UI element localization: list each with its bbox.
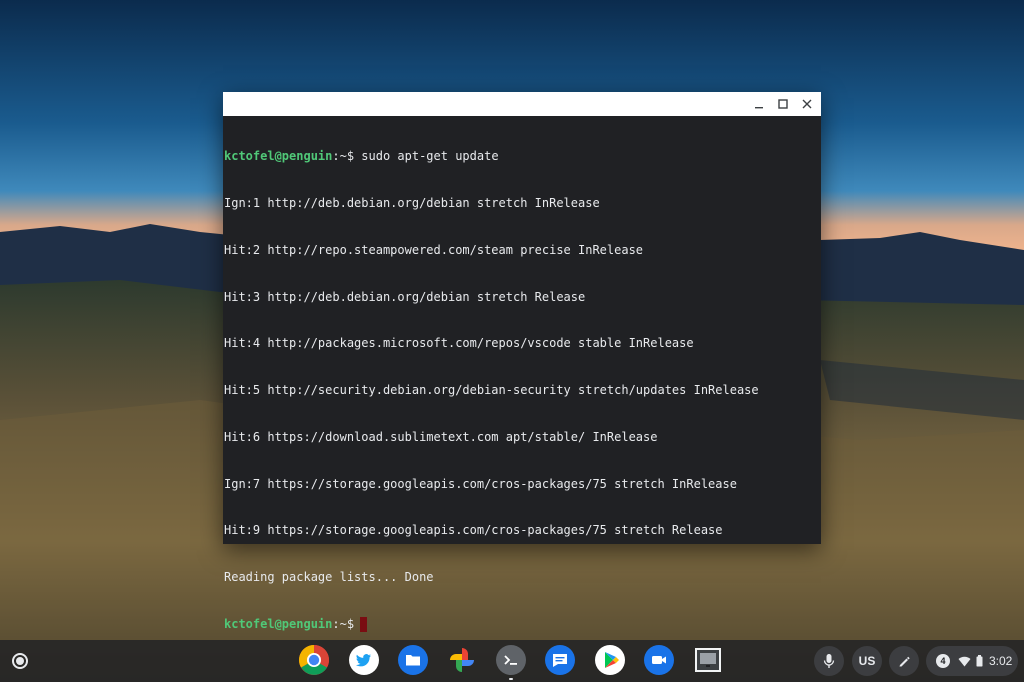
terminal-line: Ign:1 http://deb.debian.org/debian stret… [224, 195, 600, 210]
photos-icon[interactable] [446, 644, 478, 676]
messages-icon[interactable] [544, 644, 576, 676]
wifi-icon [958, 656, 971, 667]
maximize-icon[interactable] [771, 92, 795, 116]
prompt-symbol: $ [346, 617, 355, 631]
terminal-window: kctofel@penguin:~$ sudo apt-get update I… [223, 92, 821, 632]
terminal-line: Hit:3 http://deb.debian.org/debian stret… [224, 289, 586, 304]
screenshot-app-icon[interactable] [692, 644, 724, 676]
prompt-symbol: $ [346, 149, 355, 164]
terminal-line: Reading package lists... Done [224, 570, 434, 585]
text-cursor [360, 617, 368, 632]
chrome-icon[interactable] [298, 644, 330, 676]
window-titlebar[interactable] [223, 92, 821, 116]
terminal-line: kctofel@penguin:~$ [224, 617, 820, 633]
terminal-icon[interactable] [495, 644, 527, 676]
stylus-icon[interactable] [889, 646, 919, 676]
prompt-path: :~ [332, 149, 347, 164]
notification-count: 4 [936, 654, 950, 668]
terminal-line: Hit:2 http://repo.steampowered.com/steam… [224, 242, 644, 257]
battery-icon [976, 655, 983, 667]
close-icon[interactable] [795, 92, 819, 116]
terminal-line: Ign:7 https://storage.googleapis.com/cro… [224, 476, 737, 491]
terminal-line: Hit:6 https://download.sublimetext.com a… [224, 429, 658, 444]
twitter-icon[interactable] [348, 644, 380, 676]
terminal-line: kctofel@penguin:~$ sudo apt-get update [224, 149, 820, 165]
prompt-user: kctofel@penguin [224, 149, 333, 164]
terminal-line: Hit:9 https://storage.googleapis.com/cro… [224, 523, 723, 538]
shelf: US 4 3:02 [0, 640, 1024, 682]
command-text: sudo apt-get update [354, 149, 499, 164]
duo-icon[interactable] [643, 644, 675, 676]
status-area[interactable]: 4 3:02 [926, 646, 1018, 676]
input-method-button[interactable]: US [852, 646, 882, 676]
prompt-path: :~ [332, 617, 347, 631]
clock: 3:02 [989, 654, 1013, 668]
terminal-line: Hit:4 http://packages.microsoft.com/repo… [224, 336, 694, 351]
minimize-icon[interactable] [747, 92, 771, 116]
terminal-output[interactable]: kctofel@penguin:~$ sudo apt-get update I… [223, 116, 821, 632]
microphone-icon[interactable] [814, 646, 844, 676]
launcher-button[interactable] [9, 650, 31, 672]
files-icon[interactable] [397, 644, 429, 676]
prompt-user: kctofel@penguin [224, 617, 333, 631]
play-store-icon[interactable] [594, 644, 626, 676]
running-indicator [509, 678, 513, 680]
terminal-line: Hit:5 http://security.debian.org/debian-… [224, 383, 759, 398]
